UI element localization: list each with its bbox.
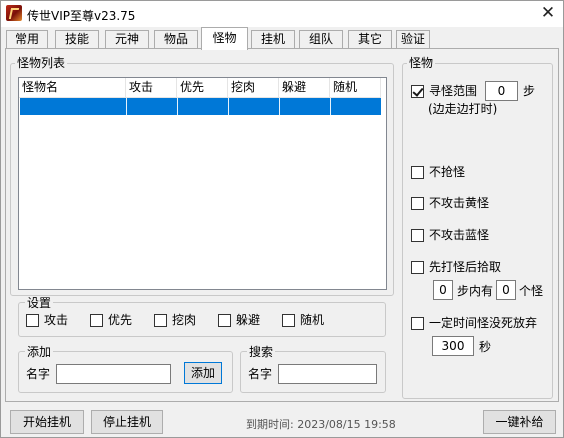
timeout-seconds-unit: 秒 (479, 340, 492, 354)
search-range-unit: 步 (523, 84, 536, 98)
kill-then-pick-checkbox[interactable] (411, 261, 424, 274)
tab-common[interactable]: 常用 (6, 30, 48, 49)
dig-meat-checkbox-label: 挖肉 (172, 313, 197, 327)
random-checkbox[interactable] (282, 314, 295, 327)
cell-divider (279, 98, 280, 115)
search-group-label: 搜索 (247, 345, 276, 359)
add-button[interactable]: 添加 (184, 362, 222, 384)
no-yellow-checkbox[interactable] (411, 197, 424, 210)
dodge-checkbox-label: 躲避 (236, 313, 261, 327)
pick-steps-input[interactable]: 0 (433, 280, 453, 300)
start-afk-button[interactable]: 开始挂机 (10, 410, 84, 434)
one-click-refill-button[interactable]: 一键补给 (483, 410, 556, 434)
tab-afk[interactable]: 挂机 (251, 30, 295, 49)
cell-divider (177, 98, 178, 115)
attack-checkbox[interactable] (26, 314, 39, 327)
add-name-input[interactable] (56, 364, 171, 384)
priority-checkbox[interactable] (90, 314, 103, 327)
close-icon[interactable]: ✕ (538, 3, 558, 23)
search-name-label: 名字 (248, 367, 273, 381)
tab-verify[interactable]: 验证 (396, 30, 430, 49)
search-name-input[interactable] (278, 364, 377, 384)
pick-count-input[interactable]: 0 (496, 280, 516, 300)
timeout-give-up-checkbox[interactable] (411, 317, 424, 330)
column-header-dig-meat[interactable]: 挖肉 (228, 78, 279, 98)
timeout-give-up-label: 一定时间怪没死放弃 (429, 316, 538, 330)
monster-list-group-label: 怪物列表 (15, 56, 68, 70)
window-title: 传世VIP至尊v23.75 (27, 9, 136, 23)
search-range-checkbox[interactable] (411, 85, 424, 98)
settings-group (18, 302, 386, 337)
tab-monsters[interactable]: 怪物 (201, 27, 248, 50)
attack-checkbox-label: 攻击 (44, 313, 69, 327)
tab-other[interactable]: 其它 (348, 30, 392, 49)
column-header-random[interactable]: 随机 (330, 78, 381, 98)
cell-divider (228, 98, 229, 115)
dig-meat-checkbox[interactable] (154, 314, 167, 327)
title-bar: 传世VIP至尊v23.75 ✕ (1, 1, 563, 27)
dodge-checkbox[interactable] (218, 314, 231, 327)
timeout-seconds-input[interactable]: 300 (432, 336, 474, 356)
no-blue-label: 不攻击蓝怪 (429, 228, 490, 242)
table-row[interactable] (20, 98, 381, 115)
monster-list[interactable]: 怪物名 攻击 优先 挖肉 躲避 随机 (18, 77, 387, 290)
search-range-label: 寻怪范围 (429, 84, 478, 98)
pick-steps-text: 步内有 (457, 284, 494, 298)
monster-list-header: 怪物名 攻击 优先 挖肉 躲避 随机 (19, 78, 381, 98)
priority-checkbox-label: 优先 (108, 313, 133, 327)
add-name-label: 名字 (26, 367, 51, 381)
main-window: 传世VIP至尊v23.75 ✕ 常用 技能 元神 物品 怪物 挂机 组队 其它 … (0, 0, 564, 438)
tab-skills[interactable]: 技能 (55, 30, 99, 49)
cell-divider (126, 98, 127, 115)
column-header-name[interactable]: 怪物名 (19, 78, 126, 98)
expiry-time-text: 到期时间: 2023/08/15 19:58 (246, 418, 396, 431)
no-grab-checkbox[interactable] (411, 166, 424, 179)
cell-divider (330, 98, 331, 115)
no-yellow-label: 不攻击黄怪 (429, 196, 490, 210)
settings-group-label: 设置 (25, 296, 54, 310)
column-header-priority[interactable]: 优先 (177, 78, 228, 98)
stop-afk-button[interactable]: 停止挂机 (91, 410, 163, 434)
random-checkbox-label: 随机 (300, 313, 325, 327)
search-range-note: (边走边打时) (428, 102, 498, 116)
no-blue-checkbox[interactable] (411, 229, 424, 242)
tab-spirit[interactable]: 元神 (105, 30, 149, 49)
app-logo-icon (6, 5, 22, 21)
column-header-attack[interactable]: 攻击 (126, 78, 177, 98)
no-grab-label: 不抢怪 (429, 165, 466, 179)
tab-team[interactable]: 组队 (299, 30, 343, 49)
kill-then-pick-label: 先打怪后拾取 (429, 260, 502, 274)
pick-count-text: 个怪 (519, 284, 544, 298)
monster-options-group-label: 怪物 (407, 56, 436, 70)
add-group-label: 添加 (25, 345, 54, 359)
tab-items[interactable]: 物品 (154, 30, 198, 49)
search-range-input[interactable]: 0 (485, 81, 518, 101)
column-header-dodge[interactable]: 躲避 (279, 78, 330, 98)
